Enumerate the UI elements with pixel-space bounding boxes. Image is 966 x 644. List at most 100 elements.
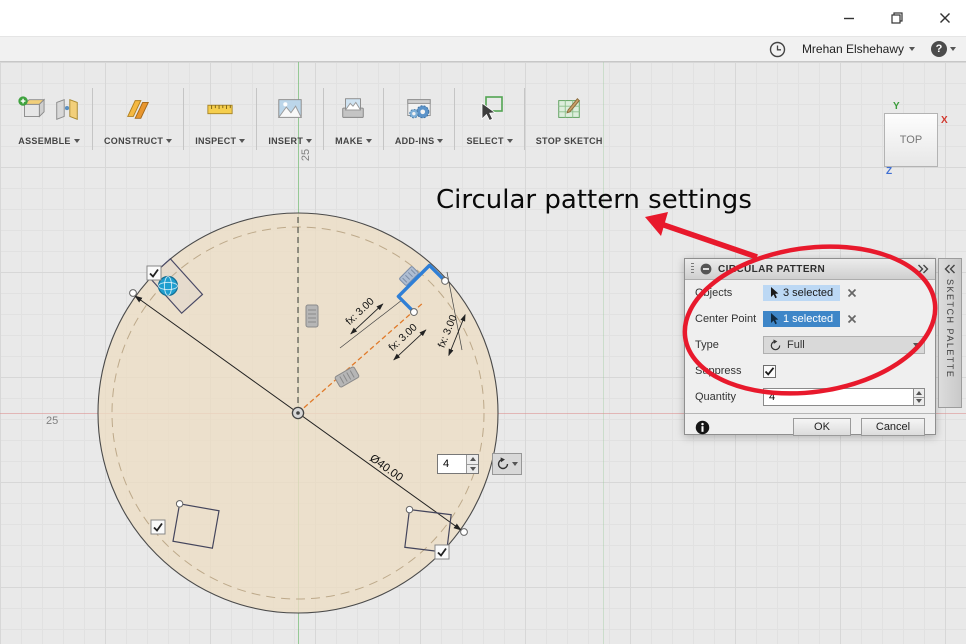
y-axis-label: Y: [893, 101, 900, 112]
toolbar-label: INSPECT: [195, 136, 237, 146]
quantity-label: Quantity: [695, 391, 736, 403]
dialog-quantity-input[interactable]: [763, 388, 913, 406]
double-arrow-left-icon: [944, 264, 955, 274]
toolbar-label: ADD-INS: [394, 136, 435, 146]
suppress-label: Suppress: [695, 365, 742, 377]
objects-selection-chip[interactable]: 3 selected: [763, 285, 841, 301]
spin-down-button[interactable]: [467, 463, 478, 473]
dropdown-caret-icon: [437, 139, 444, 143]
toolbar-item-select[interactable]: SELECT: [455, 88, 525, 150]
toolbar-item-add-ins[interactable]: ADD-INS: [384, 88, 456, 150]
select-icon: [481, 96, 503, 122]
type-row: Type Full: [685, 332, 935, 358]
dropdown-caret-icon: [239, 139, 246, 143]
toolbar-label: STOP SKETCH: [535, 136, 603, 146]
chevron-down-icon: [512, 462, 518, 466]
quantity-value-box[interactable]: [437, 454, 479, 474]
collapse-icon[interactable]: [700, 263, 712, 275]
center-point-selection-chip[interactable]: 1 selected: [763, 311, 841, 327]
user-menu[interactable]: Mrehan Elshehawy: [802, 42, 915, 56]
add-ins-icon: [407, 99, 431, 119]
toolbar-label: INSERT: [268, 136, 304, 146]
inspect-icon: [207, 104, 233, 115]
quantity-row: Quantity: [685, 384, 935, 410]
circular-pattern-icon: [497, 457, 509, 470]
viewcube-face-label: TOP: [899, 134, 923, 146]
triangle-up-icon: [469, 457, 476, 462]
cancel-button[interactable]: Cancel: [861, 418, 925, 436]
restore-icon: [891, 12, 903, 24]
suppress-row: Suppress: [685, 358, 935, 384]
type-dropdown[interactable]: Full: [763, 336, 925, 354]
quantity-spinner[interactable]: [466, 455, 478, 473]
maximize-button[interactable]: [886, 8, 908, 28]
toolbar-label: SELECT: [466, 136, 504, 146]
dropdown-caret-icon: [166, 139, 173, 143]
triangle-down-icon: [469, 466, 476, 471]
annotation-title: Circular pattern settings: [436, 185, 752, 215]
suppress-checkbox[interactable]: [763, 364, 776, 378]
dialog-title: CIRCULAR PATTERN: [718, 263, 826, 275]
info-icon[interactable]: [695, 420, 710, 435]
dropdown-caret-icon: [73, 139, 80, 143]
z-axis-label: Z: [886, 166, 893, 177]
chevron-down-icon: [950, 47, 956, 51]
minimize-button[interactable]: [838, 8, 860, 28]
quantity-input[interactable]: [438, 455, 466, 473]
minimize-icon: [844, 17, 854, 20]
username-label: Mrehan Elshehawy: [801, 42, 904, 56]
checkmark-icon: [764, 366, 775, 376]
help-menu[interactable]: ?: [931, 41, 956, 57]
objects-row: Objects 3 selected: [685, 280, 935, 306]
ok-button[interactable]: OK: [793, 418, 851, 436]
x-axis-label: X: [941, 115, 948, 126]
toolbar-item-inspect[interactable]: INSPECT: [184, 88, 258, 150]
cursor-icon: [771, 287, 779, 299]
toolbar-item-make[interactable]: MAKE: [324, 88, 384, 150]
triangle-up-icon: [916, 390, 922, 395]
dropdown-caret-icon: [365, 139, 372, 143]
sketch-palette-tab[interactable]: SKETCH PALETTE: [938, 258, 962, 408]
drag-grip-icon: [691, 263, 694, 275]
pattern-type-button[interactable]: [492, 453, 522, 475]
spin-up-button[interactable]: [467, 455, 478, 464]
spin-up-button[interactable]: [914, 389, 924, 397]
toolbar-item-assemble[interactable]: ASSEMBLE: [6, 88, 93, 150]
center-point-selected-count: 1 selected: [783, 313, 834, 325]
sketch-palette-label: SKETCH PALETTE: [945, 279, 955, 379]
toolbar-item-construct[interactable]: CONSTRUCT: [93, 88, 185, 150]
app-header-bar: Mrehan Elshehawy ?: [0, 36, 966, 62]
double-arrow-right-icon[interactable]: [917, 263, 929, 275]
objects-label: Objects: [695, 287, 733, 299]
full-pattern-icon: [770, 339, 781, 350]
toolbar-label: CONSTRUCT: [104, 136, 164, 146]
type-selected-value: Full: [787, 339, 805, 351]
chevron-down-icon: [909, 47, 915, 51]
type-label: Type: [695, 339, 719, 351]
main-toolbar: ASSEMBLE CONSTRUCT INSPECT INSERT MAKE A…: [6, 88, 614, 150]
triangle-down-icon: [916, 399, 922, 404]
toolbar-item-insert[interactable]: INSERT: [257, 88, 325, 150]
toolbar-label: ASSEMBLE: [18, 136, 71, 146]
window-titlebar: [0, 0, 966, 36]
chevron-down-icon: [913, 343, 919, 347]
toolbar-item-stop-sketch[interactable]: STOP SKETCH: [525, 88, 614, 150]
close-button[interactable]: [934, 8, 956, 28]
clear-x-icon: [848, 314, 857, 324]
clock-icon[interactable]: [769, 41, 786, 58]
stop-sketch-icon: [558, 98, 581, 118]
dialog-quantity-spinner[interactable]: [913, 388, 925, 406]
dialog-footer: OK Cancel: [685, 413, 935, 440]
dialog-titlebar[interactable]: CIRCULAR PATTERN: [685, 259, 935, 280]
clear-x-icon: [848, 288, 857, 298]
clear-center-point-button[interactable]: [847, 314, 857, 324]
make-icon: [342, 98, 365, 118]
pattern-quantity-widget: [437, 453, 522, 475]
viewcube[interactable]: TOP: [884, 113, 938, 167]
construct-icon: [127, 100, 150, 119]
objects-selected-count: 3 selected: [783, 287, 834, 299]
circular-pattern-dialog: CIRCULAR PATTERN Objects 3 selected Cent…: [684, 258, 936, 436]
spin-down-button[interactable]: [914, 396, 924, 405]
clear-objects-button[interactable]: [847, 288, 857, 298]
close-icon: [940, 13, 950, 23]
